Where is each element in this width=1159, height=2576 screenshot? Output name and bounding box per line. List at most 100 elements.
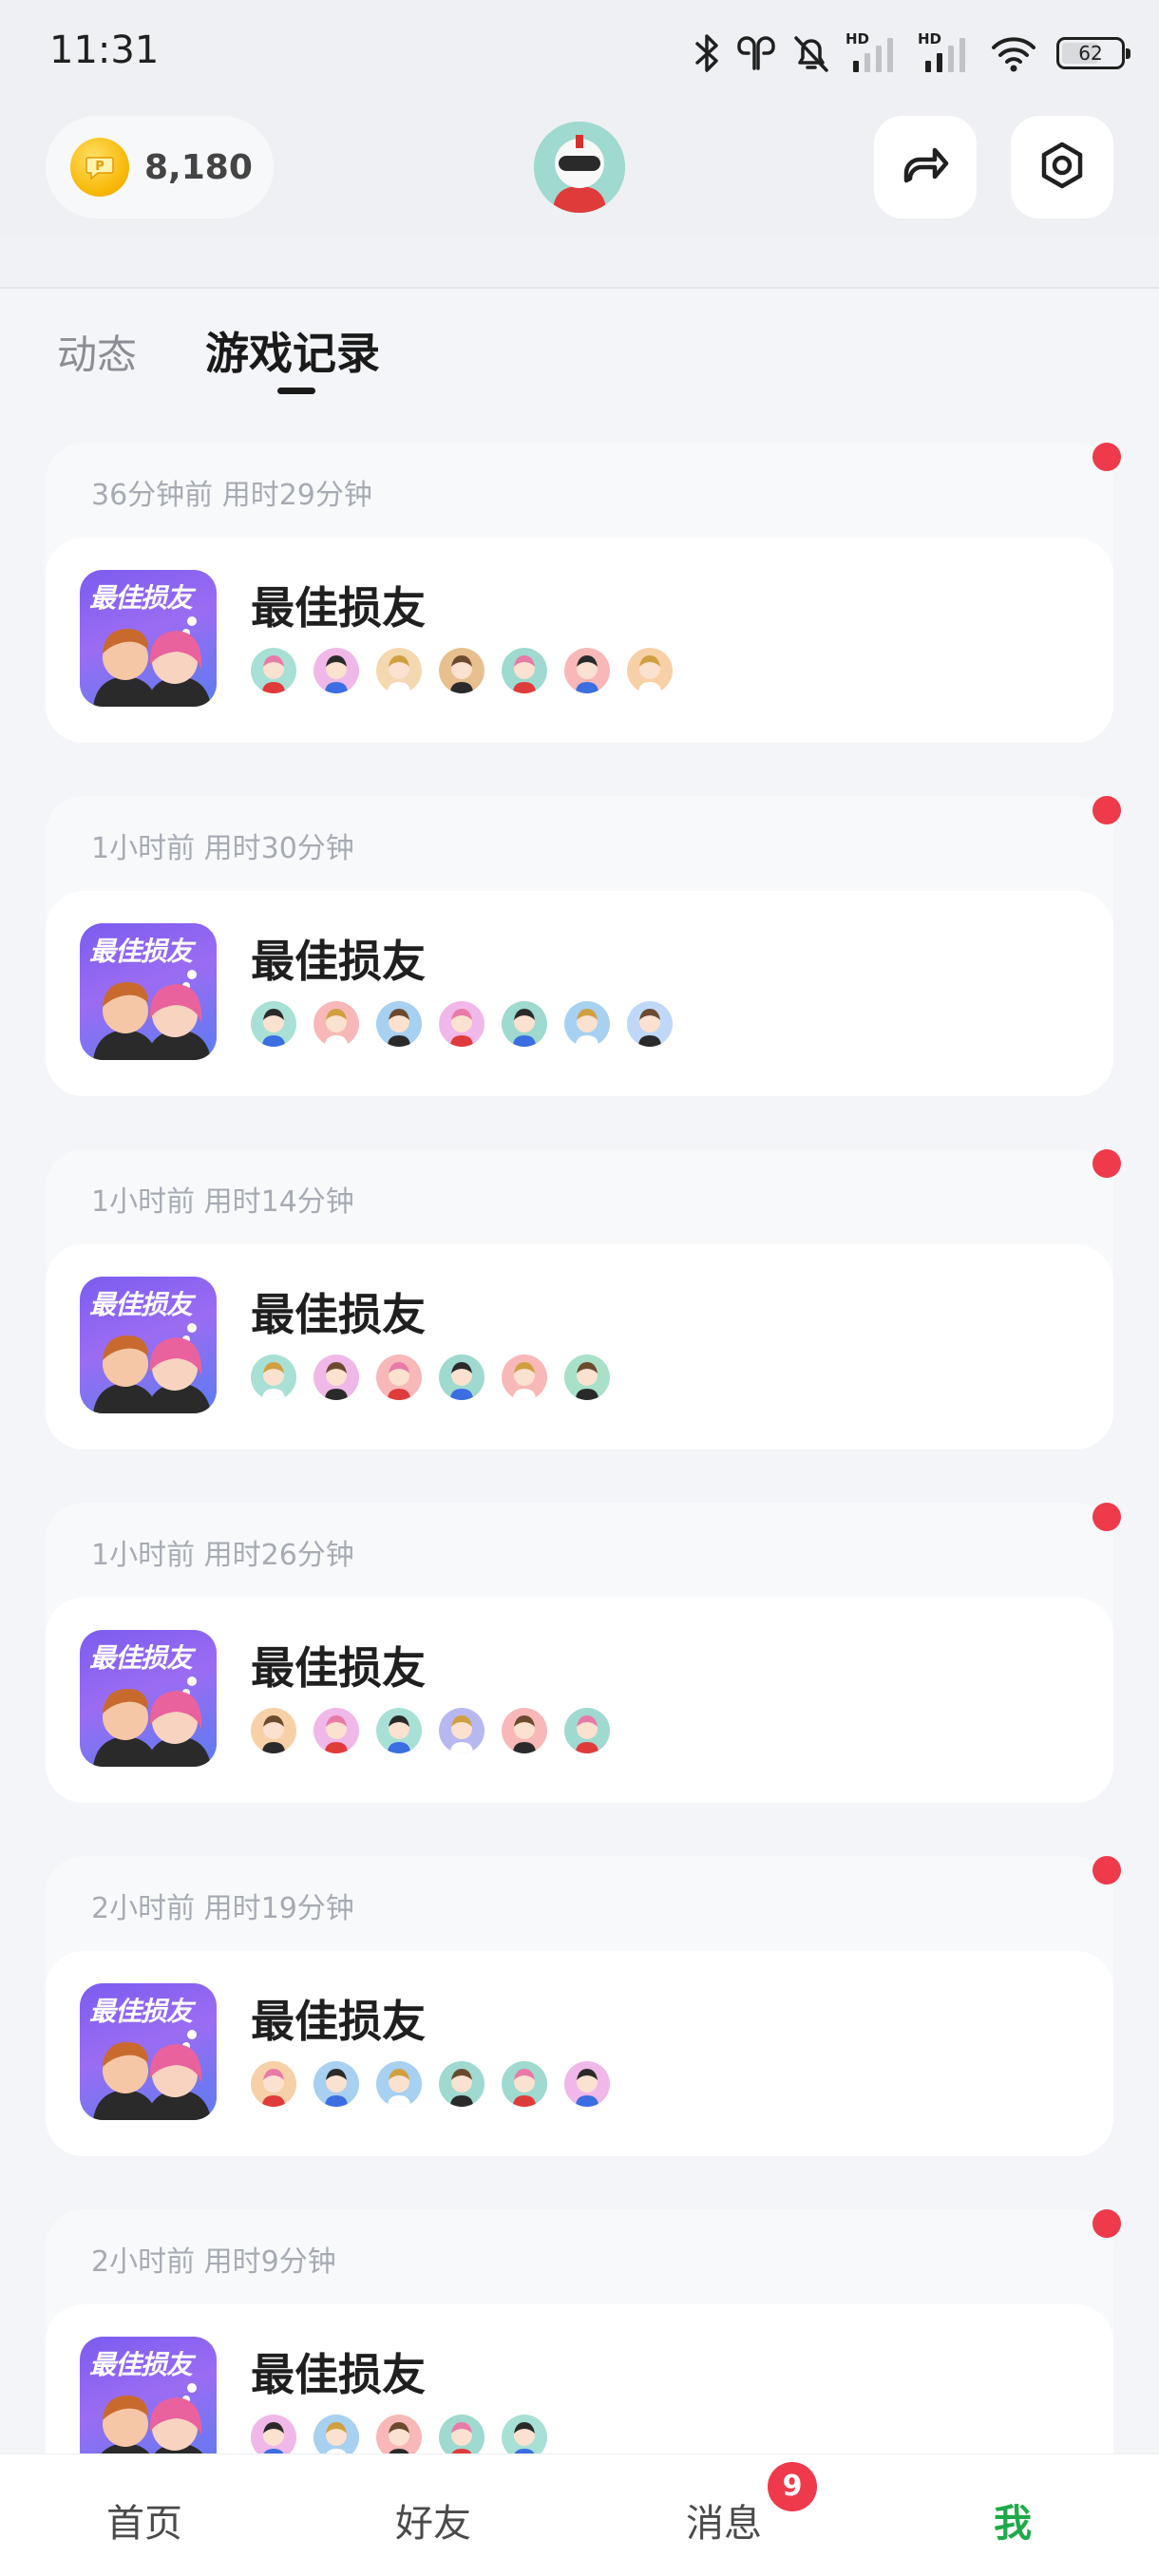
player-avatar[interactable] [314,1354,359,1400]
player-avatar[interactable] [376,1708,422,1753]
player-avatar[interactable] [376,1354,422,1400]
unread-dot [1092,443,1121,471]
record-time-meta: 1小时前 用时14分钟 [91,1185,354,1219]
player-avatar[interactable] [564,2061,610,2107]
game-record-list: 36分钟前 用时29分钟 最佳损友 最佳损友 1小时前 用时30分钟 最佳损友 最佳损友 1… [46,443,1121,2563]
game-name: 最佳损友 [251,582,426,634]
player-avatar[interactable] [251,1708,296,1753]
coin-count: 8,180 [144,147,253,187]
bottom-nav: 首页 好友 消息 9 我 [0,2453,1159,2576]
battery-icon: 62 [1056,37,1130,69]
share-button[interactable] [874,116,977,218]
player-avatar[interactable] [376,648,422,693]
player-avatar[interactable] [439,1001,484,1047]
status-time: 11:31 [49,28,160,72]
game-name: 最佳损友 [251,936,426,987]
game-record-card[interactable]: 1小时前 用时14分钟最佳损友 最佳损友 [46,1149,1121,1449]
status-bar: 11:31 HD HD 62 [0,0,1159,106]
settings-button[interactable] [1011,116,1113,218]
player-avatar[interactable] [314,2061,359,2107]
game-name: 最佳损友 [251,1996,426,2047]
player-avatar[interactable] [439,648,484,693]
player-avatar[interactable] [502,1001,547,1047]
player-avatar[interactable] [439,1708,484,1753]
bluetooth-icon [694,32,722,74]
game-icon: 最佳损友 [80,1630,217,1767]
unread-dot [1092,1503,1121,1531]
unread-dot [1092,1856,1121,1885]
record-body[interactable]: 最佳损友 最佳损友 [46,1598,1113,1803]
wifi-icon [990,32,1037,74]
game-record-card[interactable]: 36分钟前 用时29分钟 最佳损友 最佳损友 [46,443,1121,743]
svg-text:P: P [95,160,104,174]
game-record-card[interactable]: 1小时前 用时26分钟最佳损友 最佳损友 [46,1503,1121,1803]
player-avatar[interactable] [439,1354,484,1400]
player-avatar[interactable] [251,1001,296,1047]
settings-icon [1036,139,1089,196]
player-avatar[interactable] [502,648,547,693]
unread-dot [1092,796,1121,824]
game-name: 最佳损友 [251,1289,426,1340]
record-body[interactable]: 最佳损友 最佳损友 [46,538,1113,743]
record-body[interactable]: 最佳损友 最佳损友 [46,1244,1113,1449]
tab-dynamic[interactable]: 动态 [57,323,137,381]
player-avatar[interactable] [251,2061,296,2107]
earbuds-icon [735,32,777,74]
tab-game-records[interactable]: 游戏记录 [205,319,380,382]
player-avatar[interactable] [564,648,610,693]
player-avatar[interactable] [251,1354,296,1400]
record-body[interactable]: 最佳损友 最佳损友 [46,891,1113,1096]
record-time-meta: 2小时前 用时9分钟 [91,2245,336,2279]
game-name: 最佳损友 [251,1642,426,1694]
player-avatar-row [251,1001,673,1047]
game-icon: 最佳损友 [80,1983,217,2120]
player-avatar[interactable] [564,1354,610,1400]
unread-dot [1092,1149,1121,1178]
profile-tabs: 动态 游戏记录 [0,289,1159,422]
coin-icon: P [70,138,129,197]
player-avatar[interactable] [314,1708,359,1753]
player-avatar[interactable] [564,1001,610,1047]
player-avatar[interactable] [502,2061,547,2107]
nav-home[interactable]: 首页 [49,2492,239,2548]
player-avatar[interactable] [502,1354,547,1400]
game-icon: 最佳损友 [80,570,217,707]
player-avatar[interactable] [627,1001,673,1047]
profile-header: P 8,180 [0,106,1159,236]
status-icons: HD HD 62 [694,27,1130,80]
game-icon: 最佳损友 [80,1277,217,1413]
player-avatar-row [251,1354,610,1400]
game-name: 最佳损友 [251,2349,426,2400]
record-time-meta: 2小时前 用时19分钟 [91,1892,354,1925]
player-avatar[interactable] [376,2061,422,2107]
player-avatar[interactable] [314,648,359,693]
header-divider [0,236,1159,289]
signal-icon: HD [918,30,977,76]
mute-bell-icon [790,32,832,74]
record-time-meta: 1小时前 用时30分钟 [91,832,354,865]
record-body[interactable]: 最佳损友 最佳损友 [46,1951,1113,2156]
player-avatar[interactable] [439,2061,484,2107]
player-avatar[interactable] [251,648,296,693]
game-icon: 最佳损友 [80,923,217,1060]
player-avatar[interactable] [564,1708,610,1753]
game-record-card[interactable]: 2小时前 用时19分钟最佳损友 最佳损友 [46,1856,1121,2156]
coin-balance-button[interactable]: P 8,180 [46,116,274,218]
unread-dot [1092,2209,1121,2238]
player-avatar-row [251,648,673,693]
nav-friends[interactable]: 好友 [338,2492,528,2548]
player-avatar[interactable] [502,1708,547,1753]
player-avatar[interactable] [376,1001,422,1047]
game-record-card[interactable]: 1小时前 用时30分钟最佳损友 最佳损友 [46,796,1121,1096]
profile-avatar[interactable] [534,122,625,213]
player-avatar-row [251,2061,610,2107]
share-icon [899,139,952,196]
player-avatar-row [251,1708,610,1753]
nav-me[interactable]: 我 [918,2492,1108,2548]
player-avatar[interactable] [627,648,673,693]
messages-badge: 9 [768,2462,817,2511]
signal-icon: HD [846,30,904,76]
active-tab-indicator [277,388,315,394]
record-time-meta: 1小时前 用时26分钟 [91,1539,354,1572]
player-avatar[interactable] [314,1001,359,1047]
